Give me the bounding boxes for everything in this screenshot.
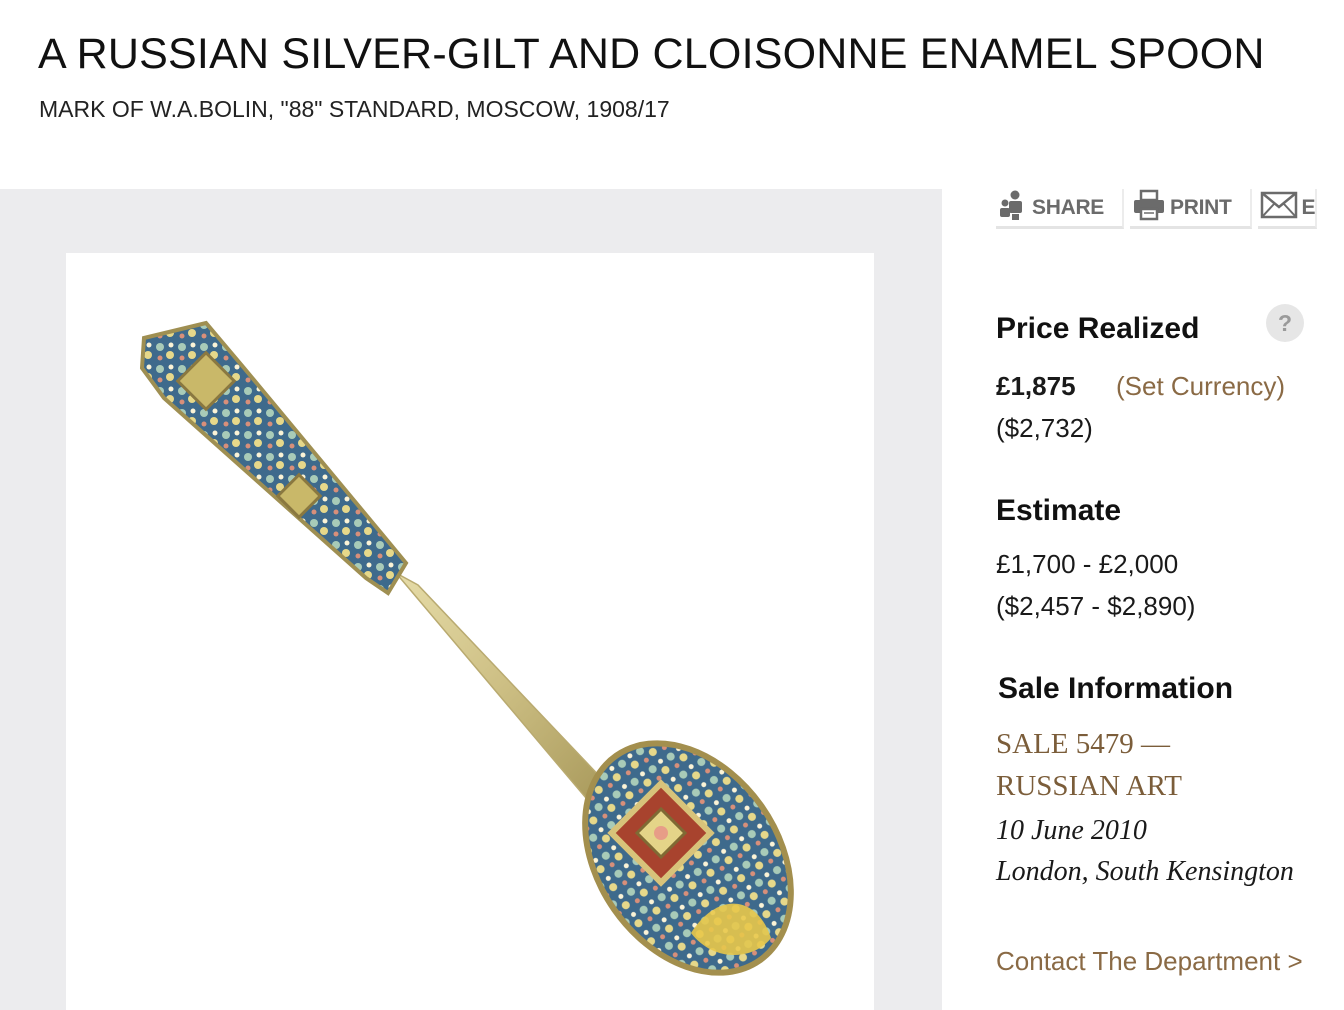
lot-subtitle: MARK OF W.A.BOLIN, "88" STANDARD, MOSCOW… — [39, 96, 670, 122]
sale-information-heading: Sale Information — [998, 672, 1234, 705]
price-realized-gbp: £1,875 — [996, 371, 1076, 401]
sale-name-link[interactable]: RUSSIAN ART — [996, 770, 1182, 803]
share-label: SHARE — [1032, 195, 1105, 219]
lot-image[interactable] — [66, 253, 874, 1010]
email-label: E — [1301, 195, 1316, 219]
share-people-icon — [998, 189, 1028, 227]
sale-location: London, South Kensington — [996, 856, 1294, 887]
lot-detail-page: A RUSSIAN SILVER-GILT AND CLOISONNE ENAM… — [0, 0, 1344, 1010]
estimate-heading: Estimate — [996, 494, 1122, 527]
printer-icon — [1132, 189, 1166, 227]
spoon-image — [139, 320, 794, 976]
sale-number-link[interactable]: SALE 5479 — — [996, 728, 1170, 761]
price-realized-usd: ($2,732) — [996, 413, 1093, 443]
price-realized-heading: Price Realized — [996, 312, 1200, 345]
estimate-gbp: £1,700 - £2,000 — [996, 549, 1179, 579]
print-label: PRINT — [1170, 195, 1232, 219]
help-circle-icon[interactable]: ? — [1266, 304, 1304, 342]
image-panel — [0, 189, 942, 1010]
print-button[interactable]: PRINT — [1130, 189, 1252, 229]
email-button[interactable]: E — [1257, 189, 1318, 229]
share-toolbar: SHARE PRINT E — [996, 189, 1318, 231]
page-title: A RUSSIAN SILVER-GILT AND CLOISONNE ENAM… — [38, 30, 1265, 78]
contact-department-link[interactable]: Contact The Department > — [996, 946, 1303, 977]
estimate-usd: ($2,457 - $2,890) — [996, 591, 1196, 621]
sale-date: 10 June 2010 — [996, 815, 1147, 846]
envelope-icon — [1260, 189, 1298, 227]
set-currency-link[interactable]: (Set Currency) — [1116, 371, 1285, 402]
share-button[interactable]: SHARE — [996, 189, 1125, 229]
